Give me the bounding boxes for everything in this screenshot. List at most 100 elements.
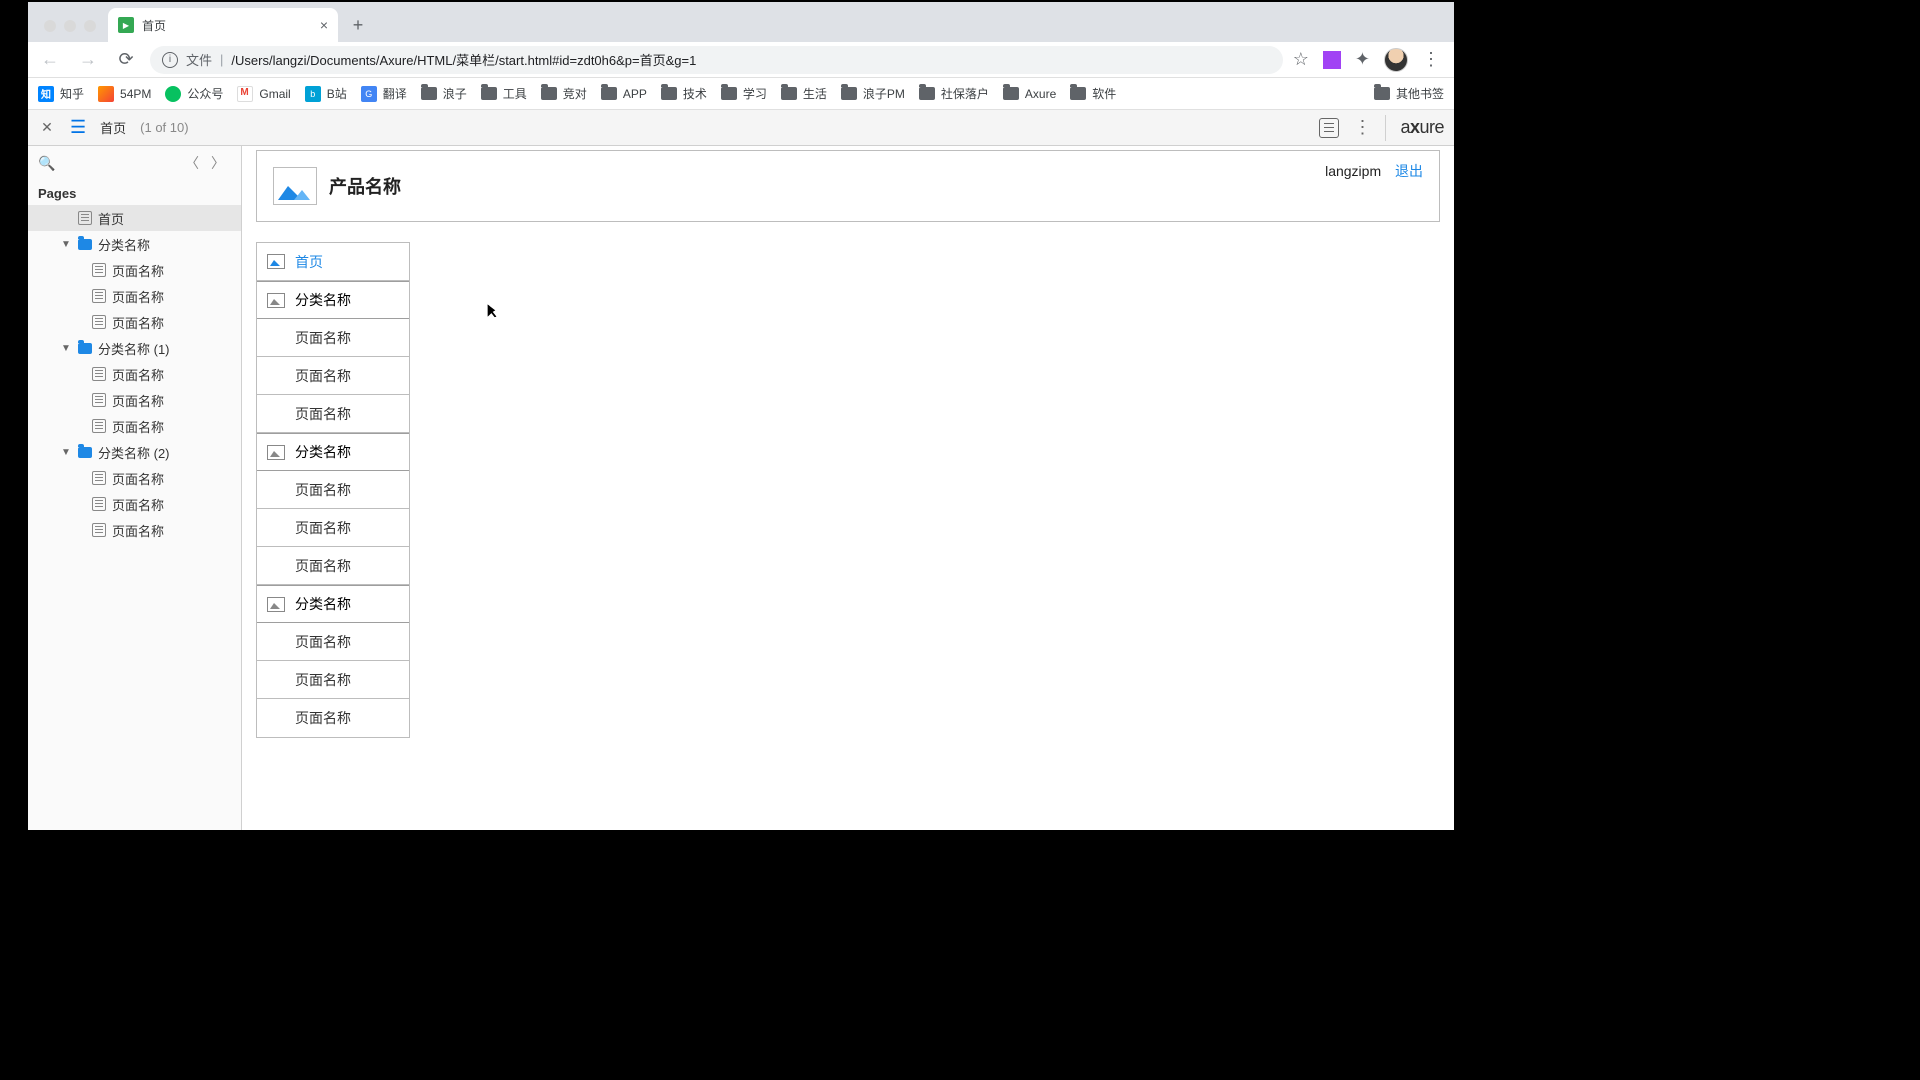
site-info-icon[interactable]: i (162, 52, 178, 68)
bookmark-item[interactable]: bB站 (305, 85, 347, 102)
address-bar[interactable]: i 文件 | /Users/langzi/Documents/Axure/HTM… (150, 46, 1283, 74)
profile-avatar[interactable] (1384, 48, 1408, 72)
menu-sub-item[interactable]: 页面名称 (257, 319, 409, 357)
menu-sub-item[interactable]: 页面名称 (257, 661, 409, 699)
tree-page[interactable]: 页面名称 (28, 257, 241, 283)
axure-toolbar: ✕ ☰ 首页 (1 of 10) ⋮ axure (28, 110, 1454, 146)
product-title: 产品名称 (329, 173, 401, 199)
address-scheme-label: 文件 (186, 50, 212, 69)
tree-page[interactable]: 页面名称 (28, 361, 241, 387)
extensions-puzzle-icon[interactable]: ✦ (1355, 49, 1370, 70)
bookmark-item[interactable]: 54PM (98, 86, 151, 102)
browser-toolbar: ← → ⟳ i 文件 | /Users/langzi/Documents/Axu… (28, 42, 1454, 78)
bookmark-folder[interactable]: 竞对 (541, 85, 587, 102)
menu-sub-item[interactable]: 页面名称 (257, 509, 409, 547)
menu-sub-item[interactable]: 页面名称 (257, 547, 409, 585)
tree-page[interactable]: 页面名称 (28, 465, 241, 491)
image-placeholder-icon (267, 254, 285, 269)
menu-sub-item[interactable]: 页面名称 (257, 699, 409, 737)
page-count: (1 of 10) (140, 120, 188, 135)
menu-category-item[interactable]: 分类名称 (257, 433, 409, 471)
cursor-icon (488, 302, 500, 320)
bookmark-folder[interactable]: Axure (1003, 87, 1056, 101)
browser-menu-icon[interactable]: ⋮ (1422, 49, 1440, 70)
more-icon[interactable]: ⋮ (1353, 117, 1371, 138)
bookmark-folder[interactable]: 社保落户 (919, 85, 989, 102)
bookmark-star-icon[interactable]: ☆ (1293, 49, 1309, 70)
browser-tab[interactable]: 首页 × (108, 8, 338, 42)
menu-category-item[interactable]: 分类名称 (257, 585, 409, 623)
play-icon (118, 17, 134, 33)
page-icon (92, 419, 106, 433)
preview-canvas: 产品名称 langzipm 退出 首页分类名称页面名称页面名称页面名称分类名称页… (242, 146, 1454, 830)
page-icon (92, 315, 106, 329)
menu-sub-item[interactable]: 页面名称 (257, 471, 409, 509)
new-tab-button[interactable]: + (344, 11, 372, 39)
traffic-min-icon[interactable] (64, 20, 76, 32)
browser-tabstrip: 首页 × + (28, 2, 1454, 42)
page-icon (92, 471, 106, 485)
bookmark-folder[interactable]: APP (601, 87, 647, 101)
tree-page[interactable]: 页面名称 (28, 491, 241, 517)
bookmark-folder[interactable]: 生活 (781, 85, 827, 102)
folder-icon (78, 343, 92, 354)
page-icon (92, 497, 106, 511)
tree-page[interactable]: 页面名称 (28, 387, 241, 413)
close-icon[interactable]: × (320, 17, 328, 33)
username-label: langzipm (1325, 163, 1381, 179)
page-icon (92, 263, 106, 277)
sidebar-heading: Pages (28, 180, 241, 205)
bookmarks-bar: 知知乎 54PM 公众号 Gmail bB站 G翻译 浪子 工具 竞对 APP … (28, 78, 1454, 110)
tree-page[interactable]: 页面名称 (28, 309, 241, 335)
preview-menu: 首页分类名称页面名称页面名称页面名称分类名称页面名称页面名称页面名称分类名称页面… (256, 242, 410, 738)
chevron-down-icon[interactable]: ▼ (60, 343, 72, 354)
menu-category-item[interactable]: 分类名称 (257, 281, 409, 319)
tree-folder[interactable]: ▼分类名称 (2) (28, 439, 241, 465)
traffic-close-icon[interactable] (44, 20, 56, 32)
page-icon (92, 393, 106, 407)
product-header: 产品名称 langzipm 退出 (256, 150, 1440, 222)
other-bookmarks[interactable]: 其他书签 (1374, 85, 1444, 102)
chevron-down-icon[interactable]: ▼ (60, 447, 72, 458)
bookmark-folder[interactable]: 浪子 (421, 85, 467, 102)
extension-icon[interactable] (1323, 51, 1341, 69)
bookmark-folder[interactable]: 浪子PM (841, 85, 905, 102)
menu-sub-item[interactable]: 页面名称 (257, 395, 409, 433)
bookmark-folder[interactable]: 学习 (721, 85, 767, 102)
search-icon[interactable]: 🔍 (38, 155, 179, 172)
bookmark-folder[interactable]: 软件 (1070, 85, 1116, 102)
menu-sub-item[interactable]: 页面名称 (257, 357, 409, 395)
chevron-down-icon[interactable]: ▼ (60, 239, 72, 250)
bookmark-folder[interactable]: 技术 (661, 85, 707, 102)
hamburger-icon[interactable]: ☰ (70, 117, 86, 138)
tree-page[interactable]: 页面名称 (28, 283, 241, 309)
page-icon (92, 289, 106, 303)
tree-page[interactable]: 页面名称 (28, 517, 241, 543)
tree-page[interactable]: 首页 (28, 205, 241, 231)
bookmark-folder[interactable]: 工具 (481, 85, 527, 102)
traffic-max-icon[interactable] (84, 20, 96, 32)
bookmark-item[interactable]: Gmail (237, 86, 290, 102)
close-panel-icon[interactable]: ✕ (38, 119, 56, 136)
logout-link[interactable]: 退出 (1395, 163, 1423, 179)
folder-icon (78, 447, 92, 458)
page-icon (92, 523, 106, 537)
bookmark-item[interactable]: 公众号 (165, 85, 223, 102)
image-placeholder-icon (267, 293, 285, 308)
prev-page-icon[interactable]: 〈 (179, 153, 205, 173)
next-page-icon[interactable]: 〉 (205, 153, 231, 173)
tree-page[interactable]: 页面名称 (28, 413, 241, 439)
folder-icon (78, 239, 92, 250)
axure-logo: axure (1400, 117, 1444, 138)
forward-button[interactable]: → (74, 46, 102, 74)
back-button[interactable]: ← (36, 46, 64, 74)
tree-folder[interactable]: ▼分类名称 (28, 231, 241, 257)
notes-icon[interactable] (1319, 118, 1339, 138)
reload-button[interactable]: ⟳ (112, 46, 140, 74)
pages-sidebar: 🔍 〈 〉 Pages 首页▼分类名称页面名称页面名称页面名称▼分类名称 (1)… (28, 146, 242, 830)
bookmark-item[interactable]: G翻译 (361, 85, 407, 102)
menu-sub-item[interactable]: 页面名称 (257, 623, 409, 661)
bookmark-item[interactable]: 知知乎 (38, 85, 84, 102)
menu-home-item[interactable]: 首页 (257, 243, 409, 281)
tree-folder[interactable]: ▼分类名称 (1) (28, 335, 241, 361)
